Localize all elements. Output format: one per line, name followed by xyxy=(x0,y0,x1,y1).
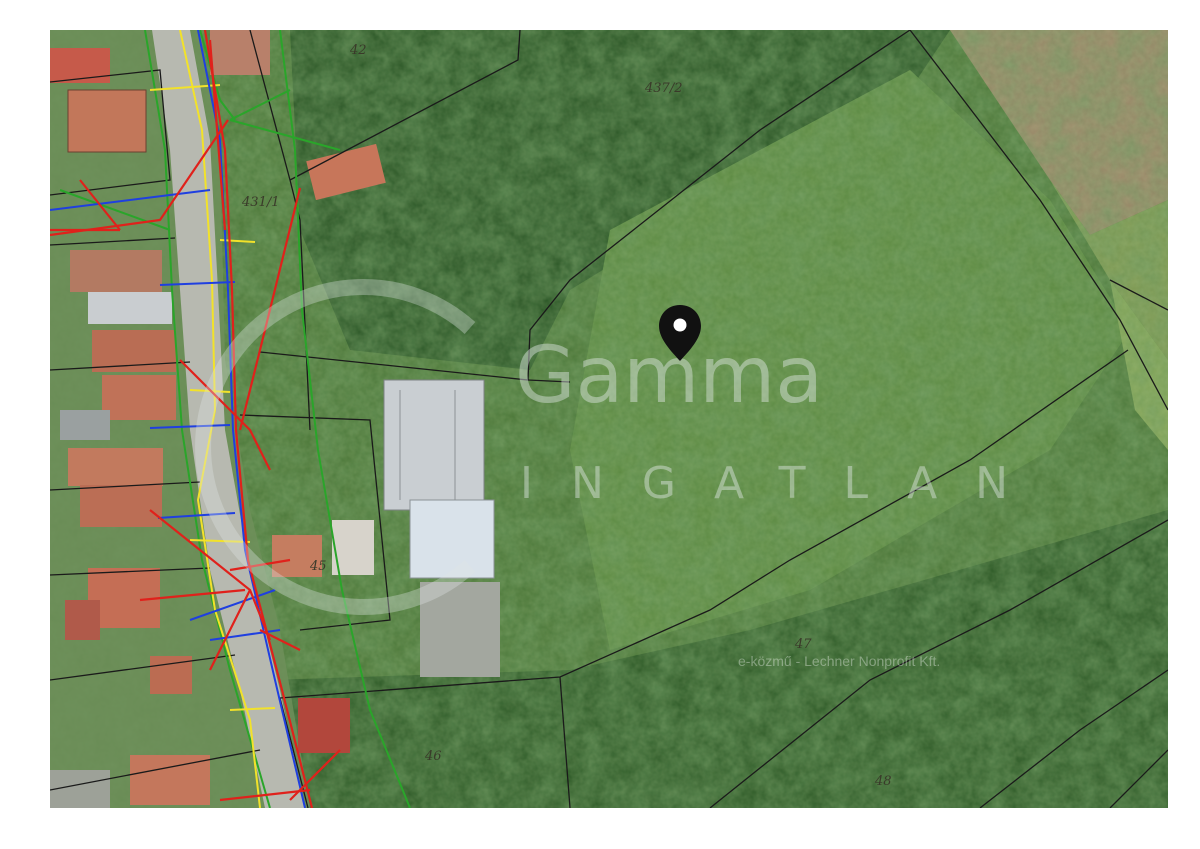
parcel-label-431-1: 431/1 xyxy=(241,195,279,210)
map-viewport[interactable]: 42 437/2 431/1 45 46 47 48 Gamma INGATLA… xyxy=(50,30,1168,808)
parcel-label-47: 47 xyxy=(794,637,812,652)
parcel-label-45: 45 xyxy=(309,559,327,574)
parcel-label-437-2: 437/2 xyxy=(644,81,682,96)
map-attribution: e-közmű - Lechner Nonprofit Kft. xyxy=(738,653,940,669)
watermark-subtitle: INGATLAN xyxy=(520,458,1046,509)
parcel-label-46: 46 xyxy=(424,749,442,764)
map-canvas[interactable]: 42 437/2 431/1 45 46 47 48 Gamma INGATLA… xyxy=(50,30,1168,808)
parcel-label-42: 42 xyxy=(349,43,367,58)
parcel-label-48: 48 xyxy=(874,774,892,789)
